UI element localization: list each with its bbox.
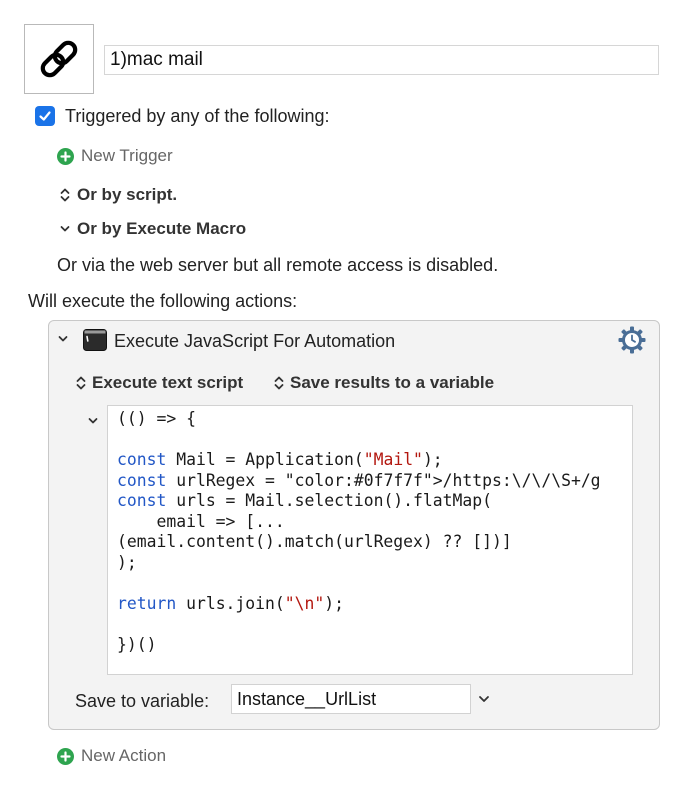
web-server-note: Or via the web server but all remote acc… bbox=[57, 255, 499, 275]
new-trigger-button[interactable]: New Trigger bbox=[57, 146, 173, 166]
save-to-variable-label: Save to variable: bbox=[75, 691, 210, 711]
or-by-execute-macro-label: Or by Execute Macro bbox=[77, 219, 247, 238]
or-by-script-toggle[interactable]: Or by script. bbox=[59, 185, 177, 205]
chevron-down-icon bbox=[88, 418, 98, 424]
or-by-script-label: Or by script. bbox=[77, 185, 178, 204]
execute-mode-dropdown[interactable]: Execute text script bbox=[75, 373, 243, 393]
code-line: const urlRegex = "color:#0f7f7f">/https:… bbox=[117, 470, 601, 490]
result-mode-label: Save results to a variable bbox=[290, 373, 495, 392]
script-code[interactable]: (() => { const Mail = Application("Mail"… bbox=[117, 409, 601, 655]
chevron-updown-icon bbox=[76, 376, 86, 390]
code-line: email => [... bbox=[117, 511, 285, 531]
chevron-down-icon bbox=[60, 226, 70, 232]
execute-mode-label: Execute text script bbox=[92, 373, 244, 392]
collapse-script-toggle[interactable] bbox=[87, 413, 99, 434]
triggered-label: Triggered by any of the following: bbox=[65, 106, 330, 126]
new-action-label: New Action bbox=[81, 746, 167, 765]
chevron-down-icon bbox=[58, 336, 68, 342]
new-trigger-label: New Trigger bbox=[81, 146, 173, 165]
checkmark-icon bbox=[39, 111, 51, 121]
triggered-checkbox[interactable] bbox=[35, 106, 55, 126]
or-by-execute-macro-toggle[interactable]: Or by Execute Macro bbox=[59, 219, 246, 239]
code-line: })() bbox=[117, 634, 157, 654]
gear-icon[interactable] bbox=[617, 325, 647, 360]
collapse-action-toggle[interactable] bbox=[57, 331, 69, 352]
result-mode-dropdown[interactable]: Save results to a variable bbox=[273, 373, 494, 393]
code-line: const Mail = Application("Mail"); bbox=[117, 450, 443, 469]
variable-name-field[interactable]: Instance__UrlList bbox=[231, 684, 471, 714]
new-action-button[interactable]: New Action bbox=[57, 746, 166, 766]
link-icon bbox=[40, 40, 78, 78]
chevron-down-icon bbox=[479, 696, 489, 702]
actions-heading: Will execute the following actions: bbox=[28, 291, 298, 311]
macro-icon-well[interactable] bbox=[24, 24, 94, 94]
code-line: (email.content().match(urlRegex) ?? [])] bbox=[117, 532, 512, 551]
script-editor[interactable]: (() => { const Mail = Application("Mail"… bbox=[107, 405, 633, 675]
add-icon bbox=[57, 747, 74, 765]
code-line: const urls = Mail.selection().flatMap( bbox=[117, 491, 492, 510]
action-title: Execute JavaScript For Automation bbox=[114, 331, 396, 351]
macro-name-field[interactable]: 1)mac mail bbox=[104, 45, 659, 75]
code-line: (() => { bbox=[117, 409, 196, 428]
code-line: ); bbox=[117, 552, 137, 572]
code-line: return urls.join("\n"); bbox=[117, 593, 345, 613]
chevron-updown-icon bbox=[274, 376, 284, 390]
terminal-icon bbox=[83, 329, 107, 356]
chevron-updown-icon bbox=[60, 188, 70, 202]
variable-dropdown-button[interactable] bbox=[477, 691, 491, 712]
add-icon bbox=[57, 147, 74, 165]
